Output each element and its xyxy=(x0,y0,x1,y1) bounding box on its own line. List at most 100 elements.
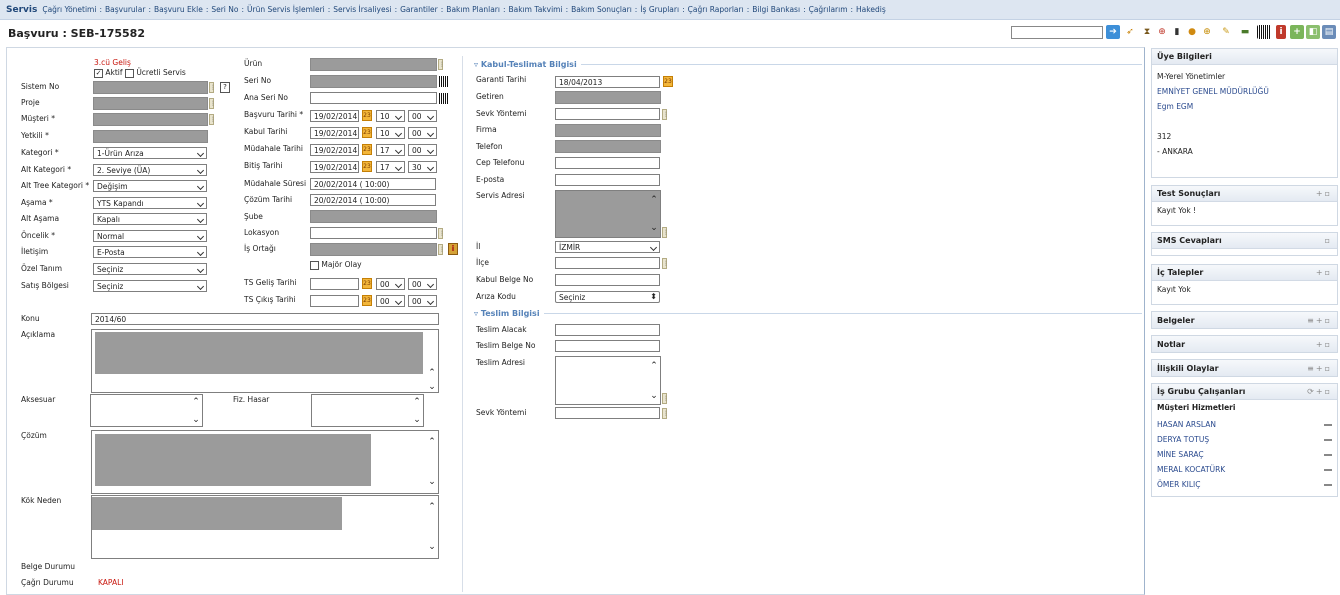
proje-field[interactable] xyxy=(93,97,208,110)
mudahale-minute-select[interactable]: 00 xyxy=(408,144,437,156)
teslim-adresi-textarea[interactable]: ⌃ ⌄ xyxy=(555,356,661,405)
teslim-adresi-scrollbar[interactable]: ⌃ ⌄ xyxy=(649,361,659,401)
panel-add-collapse-icon[interactable]: +▫ xyxy=(1316,340,1332,349)
ts-cikis-hour-select[interactable]: 00 xyxy=(376,295,405,307)
cozum-scrollbar[interactable]: ⌃ ⌄ xyxy=(427,437,437,487)
nav-item[interactable]: Bilgi Bankası xyxy=(752,5,800,14)
iletisim-select[interactable]: E-Posta xyxy=(93,246,207,258)
alt-kategori-select[interactable]: 2. Seviye (ÜA) xyxy=(93,164,207,176)
mudahale-calendar-icon[interactable]: 23 xyxy=(362,144,372,155)
bitis-minute-select[interactable]: 30 xyxy=(408,161,437,173)
satis-bolgesi-select[interactable]: Seçiniz xyxy=(93,280,207,292)
kabul-calendar-icon[interactable]: 23 xyxy=(362,127,372,138)
bitis-calendar-icon[interactable]: 23 xyxy=(362,161,372,172)
nav-item[interactable]: Bakım Planları xyxy=(446,5,500,14)
ts-cikis-date-input[interactable] xyxy=(310,295,359,307)
nav-item[interactable]: Garantiler xyxy=(400,5,438,14)
belgeler-header[interactable]: Belgeler ≡+▫ xyxy=(1152,312,1337,328)
aksesuar-scrollbar[interactable]: ⌃ ⌄ xyxy=(191,397,201,425)
getiren-field[interactable] xyxy=(555,91,661,104)
proje-lookup-icon[interactable]: ⋮ xyxy=(209,98,216,109)
aciklama-textarea[interactable]: ⌃ ⌄ xyxy=(91,329,439,393)
remove-member-icon[interactable] xyxy=(1324,423,1332,426)
phone-icon[interactable]: ▮ xyxy=(1170,25,1184,39)
is-grubu-header[interactable]: İş Grubu Çalışanları ⟳+▫ xyxy=(1152,384,1337,400)
uye-line-3[interactable]: Egm EGM xyxy=(1157,99,1332,114)
kabul-section-header[interactable]: ▿ Kabul-Teslimat Bilgisi xyxy=(474,60,1142,69)
nav-item[interactable]: İş Grupları xyxy=(640,5,679,14)
member-name[interactable]: ÖMER KILIÇ xyxy=(1157,480,1200,489)
urun-field[interactable] xyxy=(310,58,437,71)
nav-item[interactable]: Çağrılarım xyxy=(809,5,848,14)
teslim-sevk-yontemi-input[interactable] xyxy=(555,407,660,419)
aciklama-scrollbar[interactable]: ⌃ ⌄ xyxy=(427,368,437,392)
panel-refresh-add-collapse-icon[interactable]: ⟳+▫ xyxy=(1307,387,1332,396)
lokasyon-input[interactable] xyxy=(310,227,437,239)
test-sonuclari-header[interactable]: Test Sonuçları +▫ xyxy=(1152,186,1337,202)
servis-adresi-scrollbar[interactable]: ⌃ ⌄ xyxy=(649,195,659,233)
uye-line-2[interactable]: EMNİYET GENEL MÜDÜRLÜĞÜ xyxy=(1157,84,1332,99)
cep-telefonu-input[interactable] xyxy=(555,157,660,169)
export-icon[interactable]: ◧ xyxy=(1306,25,1320,39)
ariza-kodu-select[interactable]: Seçiniz xyxy=(555,291,660,303)
is-ortagi-lookup-icon[interactable]: ⋮ xyxy=(438,244,445,255)
konu-input[interactable]: 2014/60 xyxy=(91,313,439,325)
ts-cikis-minute-select[interactable]: 00 xyxy=(408,295,437,307)
nav-item[interactable]: Servis İrsaliyesi xyxy=(333,5,391,14)
panel-collapse-icon[interactable]: ▫ xyxy=(1325,236,1332,245)
panel-list-add-collapse-icon[interactable]: ≡+▫ xyxy=(1307,316,1332,325)
remove-member-icon[interactable] xyxy=(1324,468,1332,471)
teslim-belge-no-input[interactable] xyxy=(555,340,660,352)
help-icon[interactable]: ? xyxy=(220,82,230,93)
member-name[interactable]: MERAL KOCATÜRK xyxy=(1157,465,1225,474)
teslim-section-header[interactable]: ▿ Teslim Bilgisi xyxy=(474,309,1142,318)
ts-cikis-calendar-icon[interactable]: 23 xyxy=(362,295,372,306)
collapse-icon[interactable]: ▿ xyxy=(474,60,481,69)
nav-brand[interactable]: Servis xyxy=(6,5,37,15)
garanti-tarihi-input[interactable]: 18/04/2013 xyxy=(555,76,660,88)
nav-item[interactable]: Çağrı Yönetimi xyxy=(42,5,96,14)
ucretli-servis-checkbox[interactable] xyxy=(124,68,134,78)
go-arrow-icon[interactable]: ➔ xyxy=(1106,25,1120,39)
yetkili-field[interactable] xyxy=(93,130,208,143)
globe-icon[interactable]: ● xyxy=(1185,25,1199,39)
fiz-hasar-scrollbar[interactable]: ⌃ ⌄ xyxy=(412,397,422,425)
kabul-hour-select[interactable]: 10 xyxy=(376,127,405,139)
ts-gelis-minute-select[interactable]: 00 xyxy=(408,278,437,290)
eposta-input[interactable] xyxy=(555,174,660,186)
teslim-sevk-lookup-icon[interactable]: ⋮ xyxy=(662,408,669,419)
servis-adresi-lookup-icon[interactable]: ⋮ xyxy=(662,227,669,238)
zoom-in-icon[interactable]: ⊕ xyxy=(1200,25,1214,39)
sms-cevaplari-header[interactable]: SMS Cevapları ▫ xyxy=(1152,233,1337,249)
basvuru-calendar-icon[interactable]: 23 xyxy=(362,110,372,121)
ilce-lookup-icon[interactable]: ⋮ xyxy=(662,258,669,269)
add-icon[interactable]: + xyxy=(1290,25,1304,39)
nav-item[interactable]: Bakım Takvimi xyxy=(509,5,563,14)
bitis-hour-select[interactable]: 17 xyxy=(376,161,405,173)
il-select[interactable]: İZMİR xyxy=(555,241,660,253)
iliskili-olaylar-header[interactable]: İlişkili Olaylar ≡+▫ xyxy=(1152,360,1337,376)
lokasyon-lookup-icon[interactable]: ⋮ xyxy=(438,228,445,239)
remove-member-icon[interactable] xyxy=(1324,453,1332,456)
aktif-checkbox[interactable]: ✓ xyxy=(94,68,103,78)
nav-item[interactable]: Seri No xyxy=(211,5,238,14)
barcode-icon[interactable] xyxy=(1257,25,1271,39)
rocket-icon[interactable]: ➶ xyxy=(1123,25,1137,39)
cozum-textarea[interactable]: ⌃ ⌄ xyxy=(91,430,439,494)
seri-no-barcode-icon[interactable] xyxy=(439,76,448,87)
sistem-no-lookup-icon[interactable]: ⋮ xyxy=(209,82,216,93)
firma-field[interactable] xyxy=(555,124,661,137)
urun-lookup-icon[interactable]: ⋮ xyxy=(438,59,445,70)
musteri-lookup-icon[interactable]: ⋮ xyxy=(209,114,216,125)
ic-talepler-header[interactable]: İç Talepler +▫ xyxy=(1152,265,1337,281)
nav-item[interactable]: Çağrı Raporları xyxy=(688,5,744,14)
alt-asama-select[interactable]: Kapalı xyxy=(93,213,207,225)
kok-neden-scrollbar[interactable]: ⌃ ⌄ xyxy=(427,502,437,552)
aksesuar-textarea[interactable]: ⌃ ⌄ xyxy=(90,394,203,427)
panel-add-collapse-icon[interactable]: +▫ xyxy=(1316,189,1332,198)
teslim-adresi-lookup-icon[interactable]: ⋮ xyxy=(662,393,669,404)
nav-item[interactable]: Bakım Sonuçları xyxy=(571,5,632,14)
member-name[interactable]: DERYA TOTUŞ xyxy=(1157,435,1209,444)
ana-seri-no-input[interactable] xyxy=(310,92,437,104)
print-icon[interactable]: ▤ xyxy=(1322,25,1336,39)
